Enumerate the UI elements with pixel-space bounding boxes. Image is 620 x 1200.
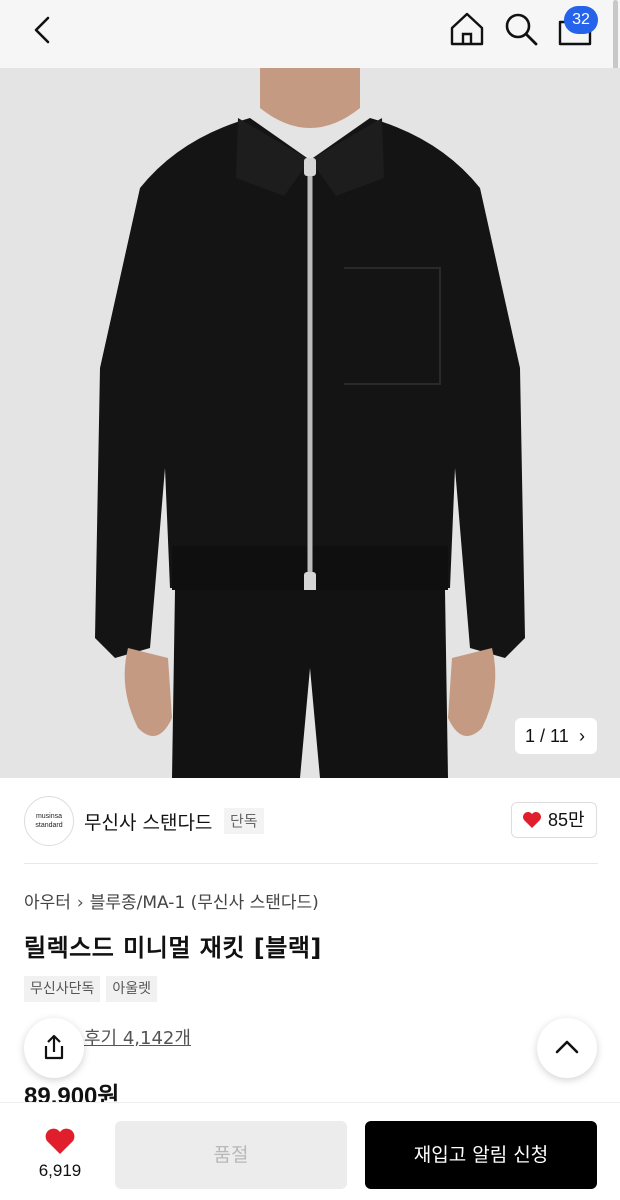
favorite-button[interactable]: 6,919 [20, 1121, 100, 1191]
product-photo-illustration [0, 68, 620, 778]
breadcrumb-item-category[interactable]: 블루종/MA-1 (무신사 스탠다드) [90, 893, 319, 913]
brand-logo-line2: standard [35, 822, 63, 829]
brand-logo-line1: musinsa [35, 813, 63, 820]
heart-icon [45, 1128, 75, 1154]
brand-logo[interactable]: musinsa standard [24, 796, 74, 846]
search-icon[interactable] [500, 8, 542, 50]
soldout-button[interactable]: 품절 [115, 1121, 347, 1189]
brand-like-count: 85만 [548, 810, 585, 830]
scroll-top-button[interactable] [537, 1018, 597, 1078]
chevron-right-icon: › [76, 893, 84, 913]
restock-alert-button[interactable]: 재입고 알림 신청 [365, 1121, 597, 1189]
breadcrumb: 아우터 › 블루종/MA-1 (무신사 스탠다드) [24, 888, 319, 913]
favorite-count: 6,919 [38, 1161, 82, 1180]
brand-row: musinsa standard 무신사 스탠다드 단독 85만 [0, 778, 620, 864]
cart-count-badge: 32 [564, 6, 598, 34]
back-icon[interactable] [24, 10, 64, 50]
share-button[interactable] [24, 1018, 84, 1078]
home-icon[interactable] [446, 8, 488, 50]
brand-like-button[interactable]: 85만 [511, 802, 597, 838]
review-link[interactable]: 후기 4,142개 [84, 1024, 191, 1050]
product-image[interactable] [0, 68, 620, 778]
chip-exclusive: 무신사단독 [24, 976, 101, 1002]
image-counter-text: 1 / 11 [525, 726, 569, 746]
top-bar: 32 [0, 0, 620, 68]
product-chips: 무신사단독 아울렛 [24, 976, 158, 1002]
exclusive-tag: 단독 [224, 808, 264, 834]
bottom-action-bar: 6,919 품절 재입고 알림 신청 [0, 1102, 620, 1200]
breadcrumb-item-outer[interactable]: 아우터 [24, 893, 71, 913]
share-icon [44, 1034, 64, 1060]
image-counter[interactable]: 1 / 11 › [515, 718, 597, 754]
chip-outlet: 아울렛 [106, 976, 158, 1002]
heart-icon [523, 812, 541, 828]
divider [24, 863, 598, 864]
product-title: 릴렉스드 미니멀 재킷 [블랙] [24, 934, 322, 962]
chevron-up-icon [555, 1040, 579, 1054]
chevron-right-icon: › [579, 726, 585, 746]
brand-name[interactable]: 무신사 스탠다드 [84, 808, 212, 835]
